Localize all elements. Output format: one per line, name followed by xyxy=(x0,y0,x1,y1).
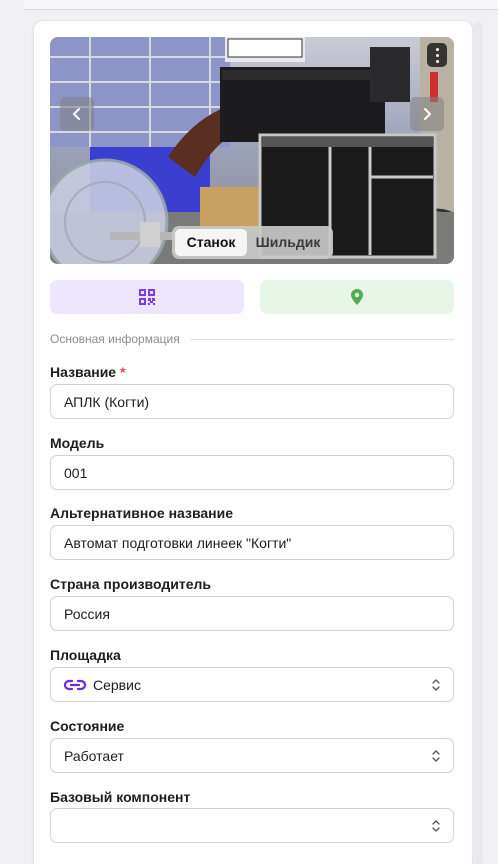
alt-name-label: Альтернативное название xyxy=(50,505,233,521)
base-component-label: Базовый компонент xyxy=(50,789,191,805)
location-button[interactable] xyxy=(260,280,454,314)
scrollbar[interactable] xyxy=(474,22,483,864)
tab-shildik[interactable]: Шильдик xyxy=(247,229,329,256)
more-options-button[interactable] xyxy=(427,43,447,67)
country-label: Страна производитель xyxy=(50,576,211,592)
alt-name-field[interactable]: Автомат подготовки линеек "Когти" xyxy=(50,525,454,560)
map-pin-icon xyxy=(351,289,363,305)
chevron-updown-icon xyxy=(432,820,440,832)
section-title: Основная информация xyxy=(50,332,180,346)
more-dots-icon xyxy=(435,47,439,51)
name-field[interactable]: АПЛК (Когти) xyxy=(50,384,454,419)
name-label: Название * xyxy=(50,364,126,380)
photo-tab-switcher: Станок Шильдик xyxy=(172,226,333,259)
qr-code-icon xyxy=(139,289,155,305)
chevron-updown-icon xyxy=(432,750,440,762)
photo-prev-button[interactable] xyxy=(60,97,94,131)
qr-code-button[interactable] xyxy=(50,280,244,314)
state-label: Состояние xyxy=(50,718,125,734)
chevron-right-icon xyxy=(424,108,431,120)
section-main-info: Основная информация xyxy=(50,331,454,347)
site-select[interactable]: Сервис xyxy=(50,667,454,702)
section-divider xyxy=(189,338,454,340)
link-icon xyxy=(64,679,86,691)
model-field[interactable]: 001 xyxy=(50,455,454,490)
chevron-updown-icon xyxy=(432,679,440,691)
top-strip xyxy=(24,0,498,10)
required-mark: * xyxy=(119,364,126,380)
chevron-left-icon xyxy=(73,108,80,120)
model-label: Модель xyxy=(50,435,105,451)
country-field[interactable]: Россия xyxy=(50,596,454,631)
site-label: Площадка xyxy=(50,647,121,663)
base-component-select[interactable] xyxy=(50,808,454,843)
tab-stanok[interactable]: Станок xyxy=(175,229,247,256)
photo-next-button[interactable] xyxy=(410,97,444,131)
state-select[interactable]: Работает xyxy=(50,738,454,773)
